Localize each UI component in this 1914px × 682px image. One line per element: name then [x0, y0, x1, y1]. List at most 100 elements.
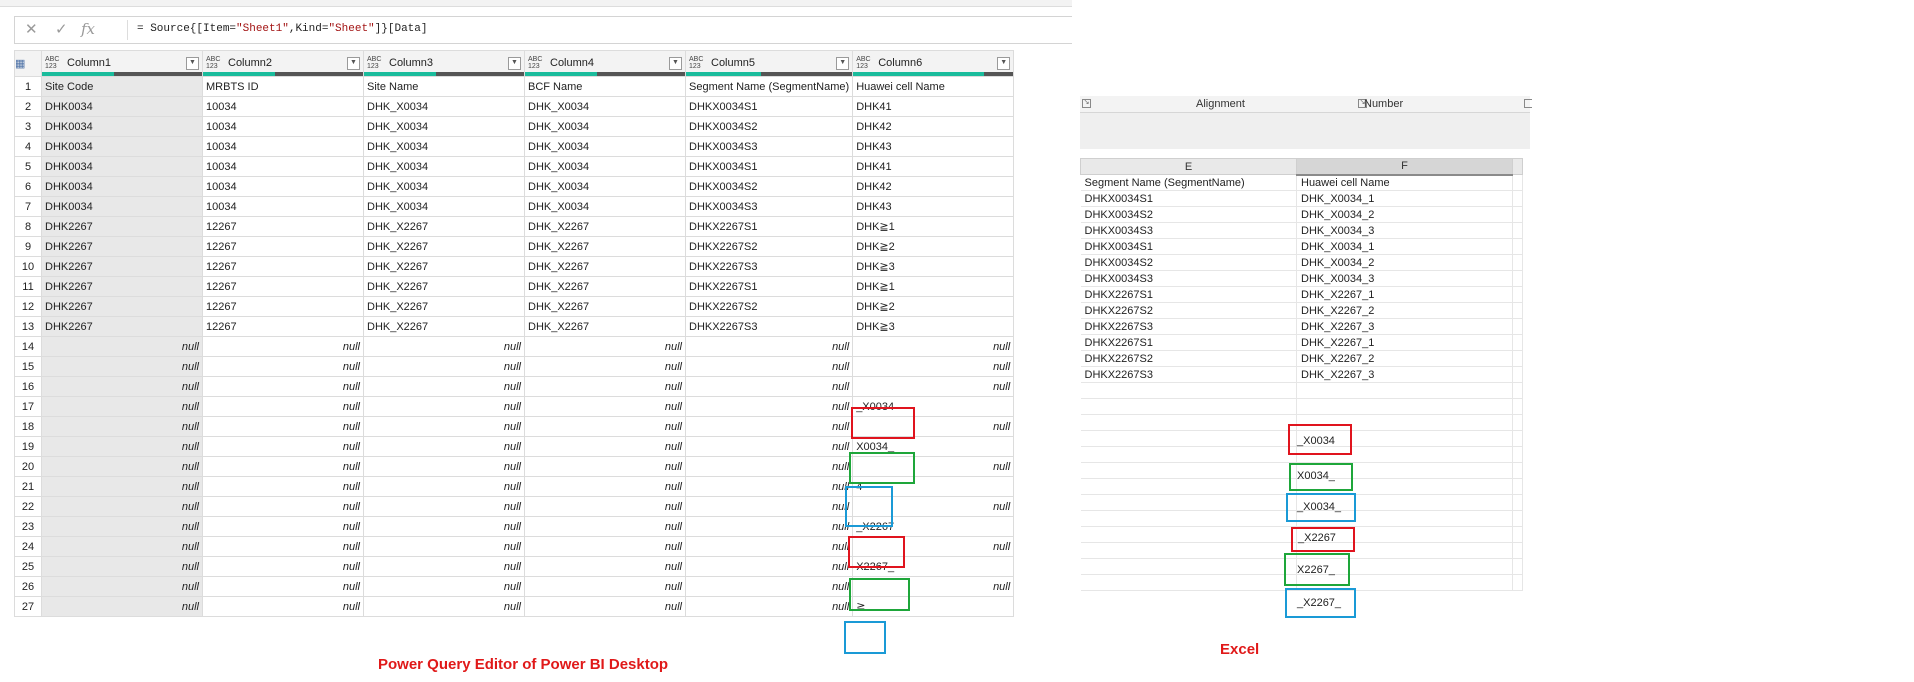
excel-cell[interactable] [1080, 398, 1297, 415]
table-cell[interactable]: DHKX2267S3 [684, 316, 854, 337]
excel-cell[interactable] [1512, 542, 1523, 559]
excel-cell[interactable] [1080, 446, 1297, 463]
excel-cell[interactable]: DHK_X0034_3 [1296, 270, 1513, 287]
table-cell[interactable]: DHK_X0034 [524, 116, 686, 137]
table-cell[interactable]: null [684, 596, 854, 617]
excel-cell[interactable]: DHKX0034S2 [1080, 206, 1297, 223]
type-icon[interactable]: ABC 123 [528, 56, 550, 70]
column-header-g[interactable] [1512, 158, 1523, 175]
table-cell[interactable]: DHK_X0034 [363, 136, 525, 157]
filter-dropdown-icon[interactable]: ▼ [186, 56, 199, 70]
table-cell[interactable]: null [41, 376, 203, 397]
excel-cell[interactable] [1512, 366, 1523, 383]
table-cell[interactable]: DHK_X2267 [363, 316, 525, 337]
table-cell[interactable]: DHK2267 [41, 296, 203, 317]
table-cell[interactable]: null [524, 396, 686, 417]
excel-cell[interactable] [1080, 574, 1297, 591]
table-cell[interactable]: null [202, 556, 364, 577]
table-cell[interactable]: DHK_X2267 [363, 276, 525, 297]
table-cell[interactable]: null [684, 536, 854, 557]
table-cell[interactable]: null [363, 476, 525, 497]
excel-cell[interactable] [1512, 174, 1523, 191]
table-cell[interactable]: null [363, 496, 525, 517]
excel-cell[interactable] [1080, 542, 1297, 559]
table-cell[interactable]: Site Code [41, 76, 203, 97]
table-cell[interactable]: null [684, 556, 854, 577]
table-cell[interactable]: null [684, 356, 854, 377]
table-cell[interactable]: null [363, 336, 525, 357]
table-cell[interactable]: null [363, 396, 525, 417]
table-cell[interactable]: DHK2267 [41, 316, 203, 337]
excel-cell[interactable]: DHK_X2267_1 [1296, 334, 1513, 351]
excel-cell[interactable] [1080, 414, 1297, 431]
excel-cell[interactable]: DHK_X2267_3 [1296, 318, 1513, 335]
table-cell[interactable]: null [202, 596, 364, 617]
excel-cell[interactable]: DHK_X0034_2 [1296, 206, 1513, 223]
excel-cell[interactable] [1512, 414, 1523, 431]
table-cell[interactable]: null [852, 356, 1015, 377]
table-cell[interactable]: null [684, 456, 854, 477]
table-cell[interactable]: 10034 [202, 136, 364, 157]
table-cell[interactable]: Segment Name (SegmentName) [684, 76, 854, 97]
table-cell[interactable]: null [202, 476, 364, 497]
excel-cell[interactable]: DHK_X2267_3 [1296, 366, 1513, 383]
excel-cell[interactable]: _X0034 [1297, 435, 1335, 447]
table-cell[interactable]: DHK≧2 [852, 296, 1015, 317]
table-cell[interactable]: null [41, 356, 203, 377]
table-cell[interactable]: 12267 [202, 296, 364, 317]
excel-cell[interactable] [1512, 254, 1523, 271]
excel-cell[interactable]: DHK_X0034_1 [1296, 238, 1513, 255]
table-cell[interactable]: DHK_X2267 [524, 296, 686, 317]
table-cell[interactable]: null [41, 596, 203, 617]
table-cell[interactable]: null [684, 476, 854, 497]
table-cell[interactable]: DHK43 [852, 136, 1015, 157]
table-cell[interactable]: DHK2267 [41, 276, 203, 297]
table-cell[interactable]: DHKX0034S3 [684, 136, 854, 157]
excel-cell[interactable] [1512, 350, 1523, 367]
excel-cell[interactable] [1080, 462, 1297, 479]
table-cell[interactable]: null [41, 436, 203, 457]
table-cell[interactable]: null [524, 516, 686, 537]
table-cell[interactable]: DHK_X2267 [363, 296, 525, 317]
filter-dropdown-icon[interactable]: ▼ [997, 56, 1011, 70]
table-cell[interactable]: DHK_X0034 [363, 156, 525, 177]
excel-cell[interactable] [1512, 286, 1523, 303]
table-cell[interactable]: null [41, 476, 203, 497]
table-cell[interactable]: DHKX2267S2 [684, 296, 854, 317]
excel-cell[interactable]: Segment Name (SegmentName) [1080, 174, 1297, 191]
formula-input[interactable]: = Source{[Item="Sheet1",Kind="Sheet"]}[D… [137, 23, 427, 35]
table-cell[interactable]: null [202, 436, 364, 457]
table-cell[interactable]: null [524, 376, 686, 397]
table-cell[interactable]: DHKX0034S1 [684, 96, 854, 117]
excel-cell[interactable] [1512, 462, 1523, 479]
table-cell[interactable]: null [684, 396, 854, 417]
table-cell[interactable]: 12267 [202, 256, 364, 277]
table-cell[interactable]: null [684, 416, 854, 437]
table-cell[interactable]: null [363, 556, 525, 577]
excel-cell[interactable]: X0034_ [1297, 470, 1335, 482]
table-cell[interactable]: DHKX2267S3 [684, 256, 854, 277]
excel-cell[interactable]: DHK_X0034_3 [1296, 222, 1513, 239]
table-cell[interactable]: DHK_X0034 [363, 196, 525, 217]
excel-cell[interactable]: DHK_X2267_1 [1296, 286, 1513, 303]
excel-cell[interactable] [1512, 190, 1523, 207]
table-cell[interactable]: DHK2267 [41, 236, 203, 257]
filter-dropdown-icon[interactable]: ▼ [669, 56, 682, 70]
table-cell[interactable]: null [684, 516, 854, 537]
excel-cell[interactable] [1080, 494, 1297, 511]
excel-cell[interactable] [1512, 510, 1523, 527]
table-cell[interactable]: 12267 [202, 316, 364, 337]
table-cell[interactable]: DHK_X2267 [363, 256, 525, 277]
excel-cell[interactable] [1296, 382, 1513, 399]
table-cell[interactable]: DHK0034 [41, 176, 203, 197]
fx-icon[interactable]: fx [81, 20, 95, 38]
excel-cell[interactable] [1512, 478, 1523, 495]
excel-cell[interactable] [1512, 494, 1523, 511]
table-cell[interactable]: null [41, 576, 203, 597]
table-cell[interactable]: DHK43 [852, 196, 1015, 217]
table-cell[interactable]: DHKX2267S1 [684, 276, 854, 297]
table-cell[interactable]: null [41, 416, 203, 437]
table-cell[interactable]: null [41, 556, 203, 577]
excel-cell[interactable] [1080, 558, 1297, 575]
table-cell[interactable]: null [363, 596, 525, 617]
